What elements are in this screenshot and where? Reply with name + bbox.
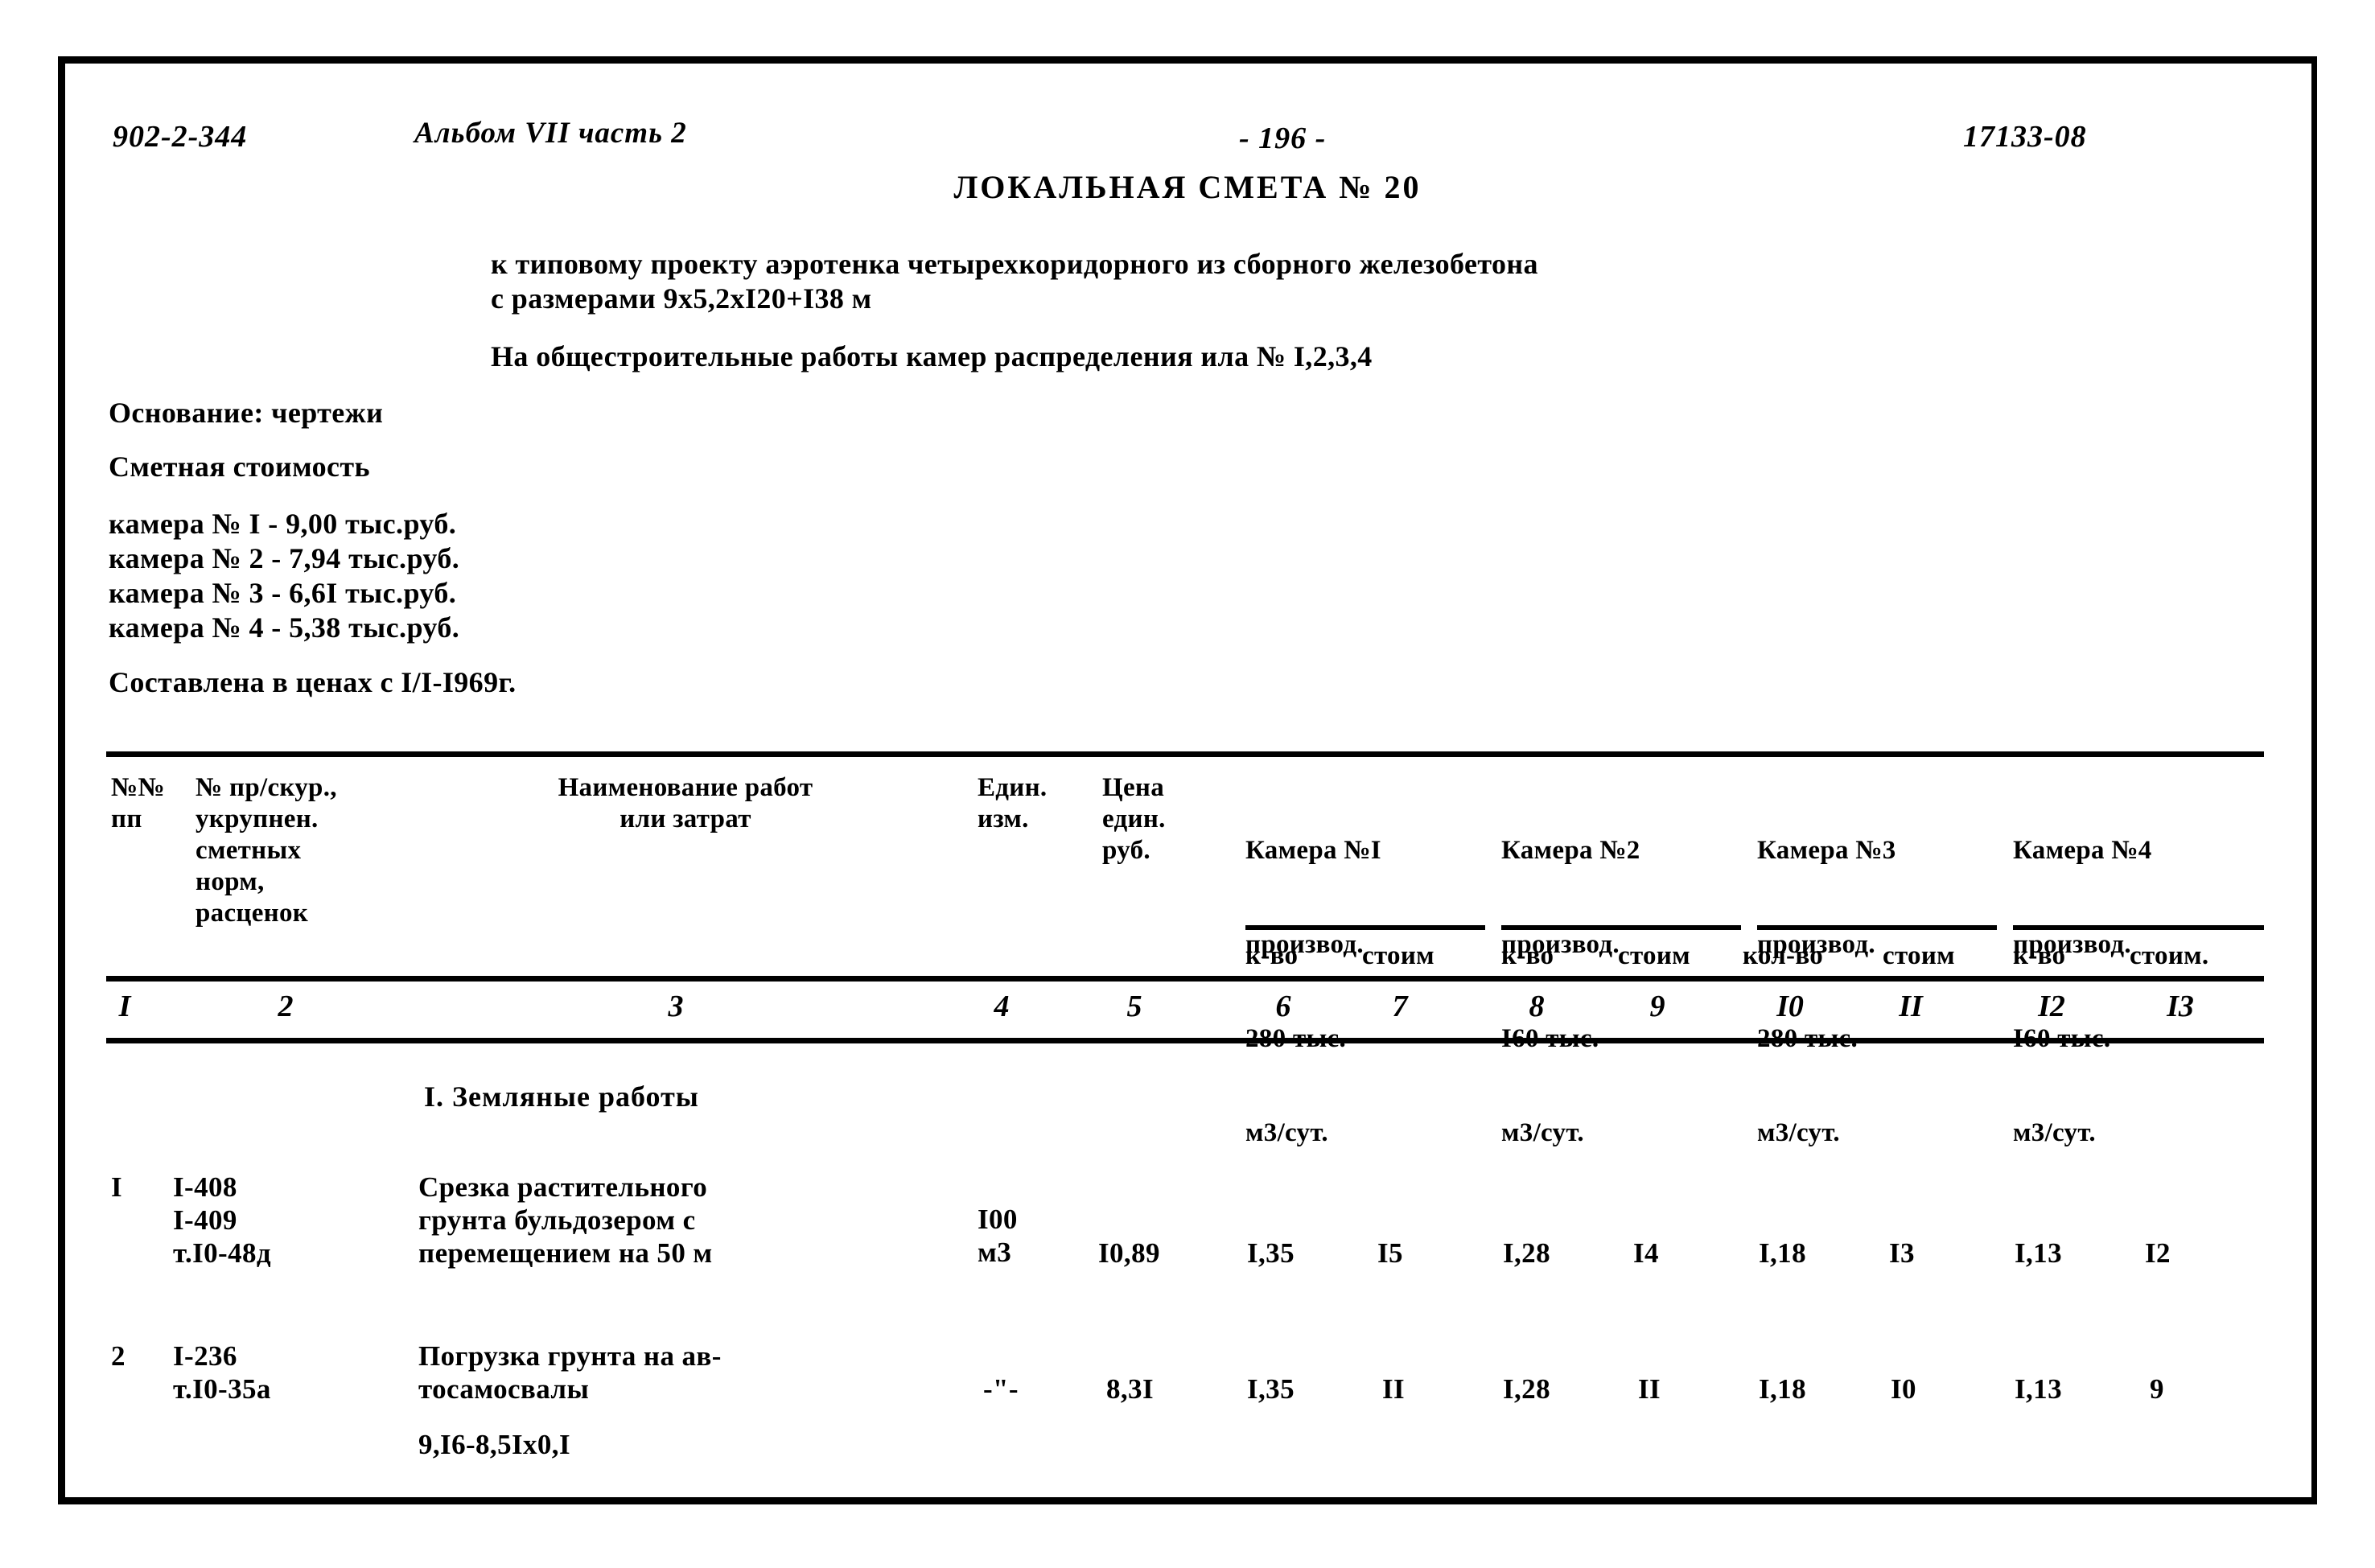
colnum-1: I bbox=[118, 990, 131, 1023]
project-line-1: к типовому проекту аэротенка четырехкори… bbox=[491, 248, 1538, 280]
colnum-5: 5 bbox=[1126, 990, 1142, 1023]
table-row: I,13 bbox=[2015, 1237, 2062, 1269]
document-code: 902-2-344 bbox=[113, 120, 248, 154]
col-header-norms: № пр/скур., укрупнен. сметных норм, расц… bbox=[196, 773, 337, 928]
table-row: I,35 bbox=[1247, 1237, 1295, 1269]
camera-1-cap-unit: м3/сут. bbox=[1245, 1118, 1328, 1147]
colnum-4: 4 bbox=[994, 990, 1010, 1023]
table-row: I-408 I-409 т.I0-48д bbox=[173, 1171, 271, 1269]
subheader-camera-4-qty: к-во bbox=[2013, 941, 2066, 970]
table-row: Срезка растительного грунта бульдозером … bbox=[418, 1171, 713, 1269]
table-row: Погрузка грунта на ав- тосамосвалы bbox=[418, 1340, 722, 1405]
page-number: - 196 - bbox=[1239, 121, 1327, 155]
sheet-code: 17133-08 bbox=[1963, 120, 2087, 154]
table-row: I,13 bbox=[2015, 1373, 2062, 1405]
camera-2-cap: I60 тыс. bbox=[1501, 1024, 1599, 1053]
table-row: I4 bbox=[1633, 1237, 1659, 1269]
cost-line-camera-1: камера № I - 9,00 тыс.руб. bbox=[109, 508, 457, 540]
table-row: 8,3I bbox=[1106, 1373, 1154, 1405]
table-row: -"- bbox=[983, 1373, 1019, 1405]
table-row: 9 bbox=[2150, 1373, 2164, 1405]
basis-label: Основание: чертежи bbox=[109, 397, 384, 429]
price-basis-note: Составлена в ценах с I/I-I969г. bbox=[109, 666, 517, 698]
camera-3-title: Камера №3 bbox=[1757, 836, 1896, 865]
col-header-camera-2: Камера №2 производ. I60 тыс. м3/сут. bbox=[1501, 772, 1640, 1180]
table-row: I,35 bbox=[1247, 1373, 1295, 1405]
table-row: I,28 bbox=[1503, 1373, 1550, 1405]
subheader-camera-1-qty: к-во bbox=[1245, 941, 1299, 970]
col-header-price: Цена един. руб. bbox=[1102, 773, 1166, 865]
camera-3-cap-unit: м3/сут. bbox=[1757, 1118, 1840, 1147]
colnum-3: 3 bbox=[668, 990, 684, 1023]
colnum-13: I3 bbox=[2167, 990, 2194, 1023]
colnum-2: 2 bbox=[278, 990, 294, 1023]
subheader-camera-1-cost: стоим bbox=[1362, 941, 1434, 970]
camera-3-cap: 280 тыс. bbox=[1757, 1024, 1858, 1053]
work-scope-line: На общестроительные работы камер распред… bbox=[491, 340, 1373, 372]
table-row: II bbox=[1638, 1373, 1661, 1405]
col-header-row-number: №№ пп bbox=[111, 773, 165, 833]
col-header-work-name: Наименование работ или затрат bbox=[558, 773, 813, 833]
page-title: ЛОКАЛЬНАЯ СМЕТА № 20 bbox=[953, 169, 1422, 205]
project-line-2: с размерами 9х5,2хI20+I38 м bbox=[491, 282, 872, 315]
table-row: I,18 bbox=[1759, 1373, 1806, 1405]
camera-4-cap-unit: м3/сут. bbox=[2013, 1118, 2096, 1147]
table-row: I0,89 bbox=[1098, 1237, 1160, 1269]
cost-line-camera-2: камера № 2 - 7,94 тыс.руб. bbox=[109, 542, 460, 574]
subheader-camera-3-cost: стоим bbox=[1883, 941, 1955, 970]
colnum-8: 8 bbox=[1529, 990, 1545, 1023]
table-row: I5 bbox=[1377, 1237, 1403, 1269]
colnum-7: 7 bbox=[1392, 990, 1408, 1023]
table-row: I,28 bbox=[1503, 1237, 1550, 1269]
colnum-9: 9 bbox=[1649, 990, 1665, 1023]
col-header-camera-3: Камера №3 производ. 280 тыс. м3/сут. bbox=[1757, 772, 1896, 1180]
col-header-camera-4: Камера №4 производ. I60 тыс. м3/сут. bbox=[2013, 772, 2152, 1180]
subheader-camera-2-qty: к-во bbox=[1501, 941, 1554, 970]
subheader-camera-3-qty: кол-во bbox=[1743, 941, 1824, 970]
colnum-10: I0 bbox=[1776, 990, 1804, 1023]
estimated-cost-label: Сметная стоимость bbox=[109, 451, 370, 483]
table-row: I0 bbox=[1891, 1373, 1916, 1405]
table-row: I,18 bbox=[1759, 1237, 1806, 1269]
cost-line-camera-3: камера № 3 - 6,6I тыс.руб. bbox=[109, 577, 457, 609]
table-row: II bbox=[1382, 1373, 1406, 1405]
camera-4-title: Камера №4 bbox=[2013, 836, 2152, 865]
table-row: 9,I6-8,5Iх0,I bbox=[418, 1429, 570, 1460]
colnum-6: 6 bbox=[1275, 990, 1291, 1023]
table-row: 2 bbox=[111, 1340, 126, 1372]
camera-2-title: Камера №2 bbox=[1501, 836, 1640, 865]
album-label: Альбом VII часть 2 bbox=[414, 117, 687, 150]
table-row: I2 bbox=[2145, 1237, 2171, 1269]
section-heading: I. Земляные работы bbox=[424, 1080, 699, 1113]
cost-line-camera-4: камера № 4 - 5,38 тыс.руб. bbox=[109, 611, 460, 644]
col-header-unit: Един. изм. bbox=[978, 773, 1048, 833]
table-row: I-236 т.I0-35а bbox=[173, 1340, 271, 1405]
camera-2-cap-unit: м3/сут. bbox=[1501, 1118, 1584, 1147]
camera-1-title: Камера №I bbox=[1245, 836, 1381, 865]
table-header-rule bbox=[106, 976, 2264, 982]
table-colnum-rule bbox=[106, 1038, 2264, 1043]
camera-4-cap: I60 тыс. bbox=[2013, 1024, 2111, 1053]
colnum-12: I2 bbox=[2038, 990, 2065, 1023]
subheader-camera-4-cost: стоим. bbox=[2130, 941, 2209, 970]
subheader-camera-2-cost: стоим bbox=[1618, 941, 1690, 970]
col-header-camera-1: Камера №I производ. 280 тыс. м3/сут. bbox=[1245, 772, 1381, 1180]
camera-1-cap: 280 тыс. bbox=[1245, 1024, 1347, 1053]
table-top-rule bbox=[106, 751, 2264, 757]
colnum-11: II bbox=[1899, 990, 1923, 1023]
table-row: I3 bbox=[1889, 1237, 1915, 1269]
table-row: I bbox=[111, 1171, 123, 1203]
table-row: I00 м3 bbox=[978, 1204, 1018, 1268]
